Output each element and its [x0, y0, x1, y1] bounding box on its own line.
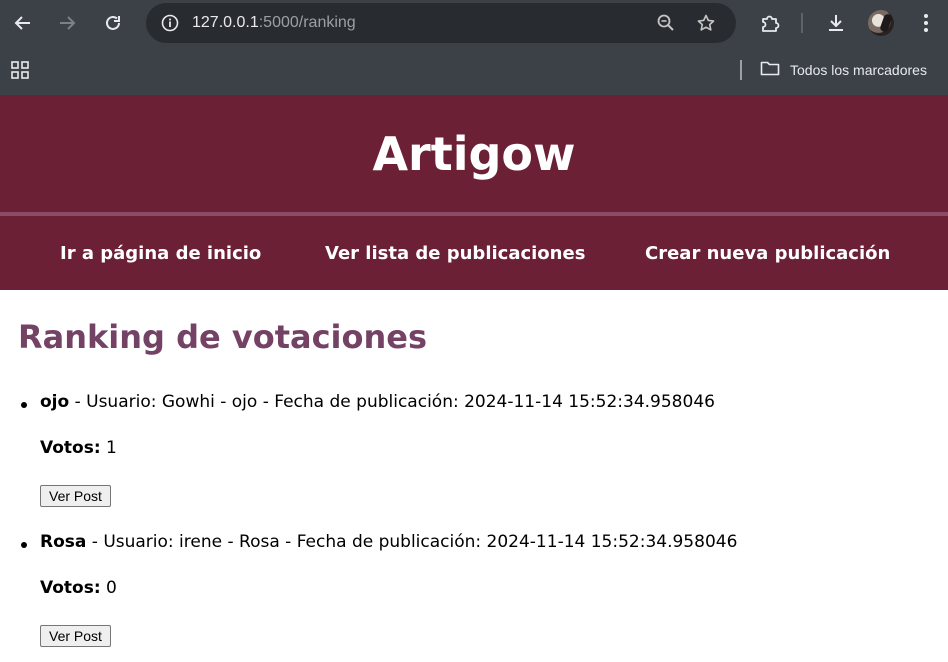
- bookmarks-bar: Todos los marcadores: [0, 46, 948, 95]
- votes-label: Votos:: [40, 578, 101, 598]
- post-title: ojo: [40, 392, 70, 412]
- toolbar-divider: [801, 13, 803, 33]
- bookmarks-divider: [740, 60, 742, 80]
- address-bar[interactable]: 127.0.0.1:5000/ranking: [146, 3, 736, 43]
- site-title: Artigow: [372, 126, 576, 181]
- nav-link-create-publication[interactable]: Crear nueva publicación: [645, 216, 890, 290]
- reload-icon[interactable]: [97, 7, 129, 39]
- post-summary: Rosa - Usuario: irene - Rosa - Fecha de …: [40, 532, 737, 552]
- post-title: Rosa: [40, 532, 87, 552]
- post-details: - Usuario: Gowhi - ojo - Fecha de public…: [69, 392, 715, 412]
- site-header: Artigow: [0, 95, 948, 212]
- url-text[interactable]: 127.0.0.1:5000/ranking: [192, 14, 356, 32]
- votes-value: 0: [100, 578, 117, 598]
- info-icon[interactable]: [154, 7, 186, 39]
- votes-value: 1: [100, 438, 117, 458]
- zoom-icon[interactable]: [650, 7, 682, 39]
- star-icon[interactable]: [690, 7, 722, 39]
- url-host: 127.0.0.1: [192, 14, 259, 31]
- post-votes: Votos: 1: [40, 438, 117, 458]
- post-details: - Usuario: irene - Rosa - Fecha de publi…: [86, 532, 738, 552]
- view-post-button[interactable]: Ver Post: [40, 485, 111, 507]
- page-title: Ranking de votaciones: [18, 318, 428, 356]
- folder-icon: [760, 60, 780, 80]
- list-bullet: [21, 542, 27, 548]
- back-icon[interactable]: [7, 7, 39, 39]
- download-icon[interactable]: [820, 7, 852, 39]
- site-nav: Ir a página de inicio Ver lista de publi…: [0, 216, 948, 290]
- browser-toolbar: 127.0.0.1:5000/ranking: [0, 0, 948, 46]
- nav-link-home[interactable]: Ir a página de inicio: [60, 216, 261, 290]
- votes-label: Votos:: [40, 438, 101, 458]
- post-summary: ojo - Usuario: Gowhi - ojo - Fecha de pu…: [40, 392, 715, 412]
- url-path: :5000/ranking: [258, 14, 356, 31]
- nav-link-publications-list[interactable]: Ver lista de publicaciones: [325, 216, 585, 290]
- all-bookmarks-button[interactable]: Todos los marcadores: [760, 58, 927, 82]
- list-bullet: [21, 402, 27, 408]
- forward-icon[interactable]: [51, 7, 83, 39]
- post-votes: Votos: 0: [40, 578, 117, 598]
- menu-icon[interactable]: [910, 7, 942, 39]
- all-bookmarks-label: Todos los marcadores: [790, 62, 927, 78]
- apps-icon[interactable]: [6, 56, 34, 84]
- profile-avatar[interactable]: [868, 10, 894, 36]
- extensions-icon[interactable]: [754, 7, 786, 39]
- view-post-button[interactable]: Ver Post: [40, 625, 111, 647]
